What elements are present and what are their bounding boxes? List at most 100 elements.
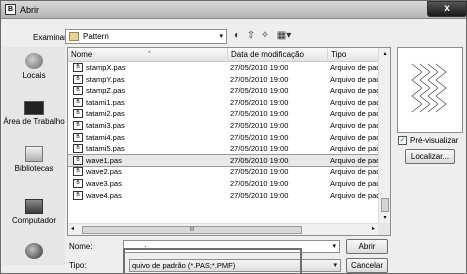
file-date: 27/05/2010 19:00 bbox=[230, 178, 289, 188]
lookin-label: Examinar: bbox=[33, 33, 70, 42]
file-row[interactable]: Bwave4.pas 27/05/2010 19:00 Arquivo de pad bbox=[68, 190, 378, 202]
file-row[interactable]: Btatami1.pas 27/05/2010 19:00 Arquivo de p… bbox=[68, 97, 378, 109]
hscroll-thumb[interactable]: III bbox=[82, 226, 302, 234]
file-rows: BstampX.pas 27/05/2010 19:00 Arquivo de pa… bbox=[68, 62, 379, 202]
file-icon: B bbox=[73, 120, 83, 130]
preview-checkbox-label: Pré-visualizar bbox=[410, 136, 459, 145]
column-name[interactable]: Nome ^ bbox=[68, 48, 228, 62]
file-icon: B bbox=[73, 167, 83, 177]
file-row[interactable]: Btatami5.pas 27/05/2010 19:00 Arquivo de p… bbox=[68, 143, 378, 155]
file-type: Arquivo de pad bbox=[330, 63, 378, 72]
file-icon: B bbox=[73, 132, 83, 142]
file-list[interactable]: Nome ^ Data de modificação Tipo BstampX.… bbox=[67, 47, 391, 236]
file-name-input[interactable]: · ▾ bbox=[123, 240, 340, 253]
chevron-down-icon: ▾ bbox=[219, 33, 223, 40]
file-name: wave1.pas bbox=[86, 155, 122, 165]
file-date: 27/05/2010 19:00 bbox=[230, 97, 289, 107]
file-type: Arquivo de pad bbox=[330, 120, 378, 130]
file-row[interactable]: Btatami4.pas 27/05/2010 19:00 Arquivo de p… bbox=[68, 132, 378, 144]
recent-places-icon bbox=[25, 53, 43, 69]
file-type: Arquivo de pad bbox=[330, 190, 378, 200]
file-row[interactable]: BstampX.pas 27/05/2010 19:00 Arquivo de pa… bbox=[68, 62, 378, 74]
file-icon: B bbox=[73, 109, 83, 119]
file-row[interactable]: Bwave3.pas 27/05/2010 19:00 Arquivo de pad bbox=[68, 178, 378, 190]
place-label: Computador bbox=[11, 216, 57, 225]
file-name: tatami3.pas bbox=[86, 120, 125, 130]
type-label: Tipo: bbox=[69, 261, 87, 270]
place-network[interactable] bbox=[3, 243, 65, 261]
file-date: 27/05/2010 19:00 bbox=[230, 132, 289, 142]
file-row[interactable]: Btatami2.pas 27/05/2010 19:00 Arquivo de p… bbox=[68, 108, 378, 120]
column-name-label: Nome bbox=[71, 50, 93, 59]
lookin-value: Pattern bbox=[83, 32, 109, 41]
cancel-button[interactable]: Cancelar bbox=[346, 258, 388, 273]
place-desktop[interactable]: Área de Trabalho bbox=[3, 101, 65, 127]
file-name: stampX.pas bbox=[86, 63, 126, 72]
close-button[interactable]: x bbox=[427, 1, 467, 17]
up-folder-icon[interactable]: ⇧ bbox=[245, 29, 257, 43]
scroll-right-icon[interactable]: ▸ bbox=[372, 225, 375, 232]
file-date: 27/05/2010 19:00 bbox=[230, 120, 289, 130]
open-button[interactable]: Abrir bbox=[346, 239, 388, 254]
file-icon: B bbox=[73, 144, 83, 154]
place-computer[interactable]: Computador bbox=[3, 199, 65, 226]
horizontal-scrollbar[interactable]: ◂ III ▸ bbox=[68, 223, 378, 235]
file-date: 27/05/2010 19:00 bbox=[230, 74, 289, 84]
file-row[interactable]: BstampZ.pas 27/05/2010 19:00 Arquivo de pa… bbox=[68, 85, 378, 97]
file-type: Arquivo de pad bbox=[330, 155, 378, 165]
lookin-combo[interactable]: Pattern ▾ bbox=[65, 29, 227, 44]
scroll-left-icon[interactable]: ◂ bbox=[71, 225, 74, 232]
file-row[interactable]: Bwave2.pas 27/05/2010 19:00 Arquivo de pad bbox=[68, 166, 378, 178]
file-type: Arquivo de pad bbox=[330, 74, 378, 84]
place-libraries[interactable]: Bibliotecas bbox=[3, 146, 65, 174]
file-date: 27/05/2010 19:00 bbox=[230, 109, 289, 119]
network-icon bbox=[25, 243, 43, 259]
file-type: Arquivo de pad bbox=[330, 109, 378, 119]
wave-pattern-preview bbox=[411, 63, 447, 113]
preview-checkbox[interactable]: ✓ bbox=[398, 136, 407, 145]
file-date: 27/05/2010 19:00 bbox=[230, 144, 289, 154]
file-name: tatami4.pas bbox=[86, 132, 125, 142]
title-bar[interactable]: B Abrir x bbox=[1, 1, 467, 19]
open-dialog: B Abrir x Examinar: Pattern ▾ ◐ ⇧ ✧ ▦▾ L… bbox=[0, 0, 467, 274]
place-label: Locais bbox=[22, 71, 46, 80]
window-title: Abrir bbox=[20, 5, 40, 15]
column-date[interactable]: Data de modificação bbox=[228, 48, 328, 62]
view-menu-icon[interactable]: ▦▾ bbox=[273, 29, 295, 43]
chevron-down-icon[interactable]: ▾ bbox=[332, 242, 336, 252]
file-name: stampZ.pas bbox=[86, 86, 126, 96]
chevron-down-icon: ▾ bbox=[333, 262, 337, 269]
file-name-value: · bbox=[144, 242, 147, 251]
file-row[interactable]: Bwave1.pas 27/05/2010 19:00 Arquivo de pad bbox=[68, 153, 379, 168]
file-type: Arquivo de pad bbox=[330, 178, 378, 188]
file-icon: B bbox=[73, 155, 83, 165]
scroll-corner bbox=[378, 223, 390, 235]
file-row[interactable]: BstampY.pas 27/05/2010 19:00 Arquivo de pa… bbox=[68, 74, 378, 86]
file-date: 27/05/2010 19:00 bbox=[230, 63, 289, 72]
column-type[interactable]: Tipo bbox=[328, 48, 378, 62]
file-name: wave4.pas bbox=[86, 190, 122, 200]
preview-pane bbox=[397, 47, 463, 133]
place-label: Bibliotecas bbox=[14, 164, 54, 173]
file-icon: B bbox=[73, 97, 83, 107]
scroll-up-icon[interactable]: ▴ bbox=[379, 50, 390, 57]
file-icon: B bbox=[73, 178, 83, 188]
file-type-value: quivo de padrão (*.PAS;*.PMF) bbox=[132, 261, 236, 270]
place-locais[interactable]: Locais bbox=[3, 53, 65, 81]
file-icon: B bbox=[73, 74, 83, 84]
find-button[interactable]: Localizar... bbox=[405, 149, 455, 164]
scroll-down-icon[interactable]: ▾ bbox=[379, 214, 390, 221]
computer-icon bbox=[25, 199, 43, 214]
vertical-scrollbar[interactable]: ▴ ▾ bbox=[378, 48, 390, 223]
file-row[interactable]: Btatami3.pas 27/05/2010 19:00 Arquivo de p… bbox=[68, 120, 378, 132]
app-icon: B bbox=[5, 4, 16, 15]
places-bar: Locais Área de Trabalho Bibliotecas Comp… bbox=[3, 47, 65, 265]
new-folder-icon[interactable]: ✧ bbox=[259, 29, 271, 43]
back-icon[interactable]: ◐ bbox=[231, 29, 243, 43]
file-date: 27/05/2010 19:00 bbox=[230, 86, 289, 96]
file-type: Arquivo de pad bbox=[330, 167, 378, 177]
scroll-thumb[interactable] bbox=[381, 198, 389, 212]
file-date: 27/05/2010 19:00 bbox=[230, 190, 289, 200]
libraries-icon bbox=[25, 146, 43, 162]
file-type-combo[interactable]: quivo de padrão (*.PAS;*.PMF) ▾ bbox=[129, 259, 341, 272]
